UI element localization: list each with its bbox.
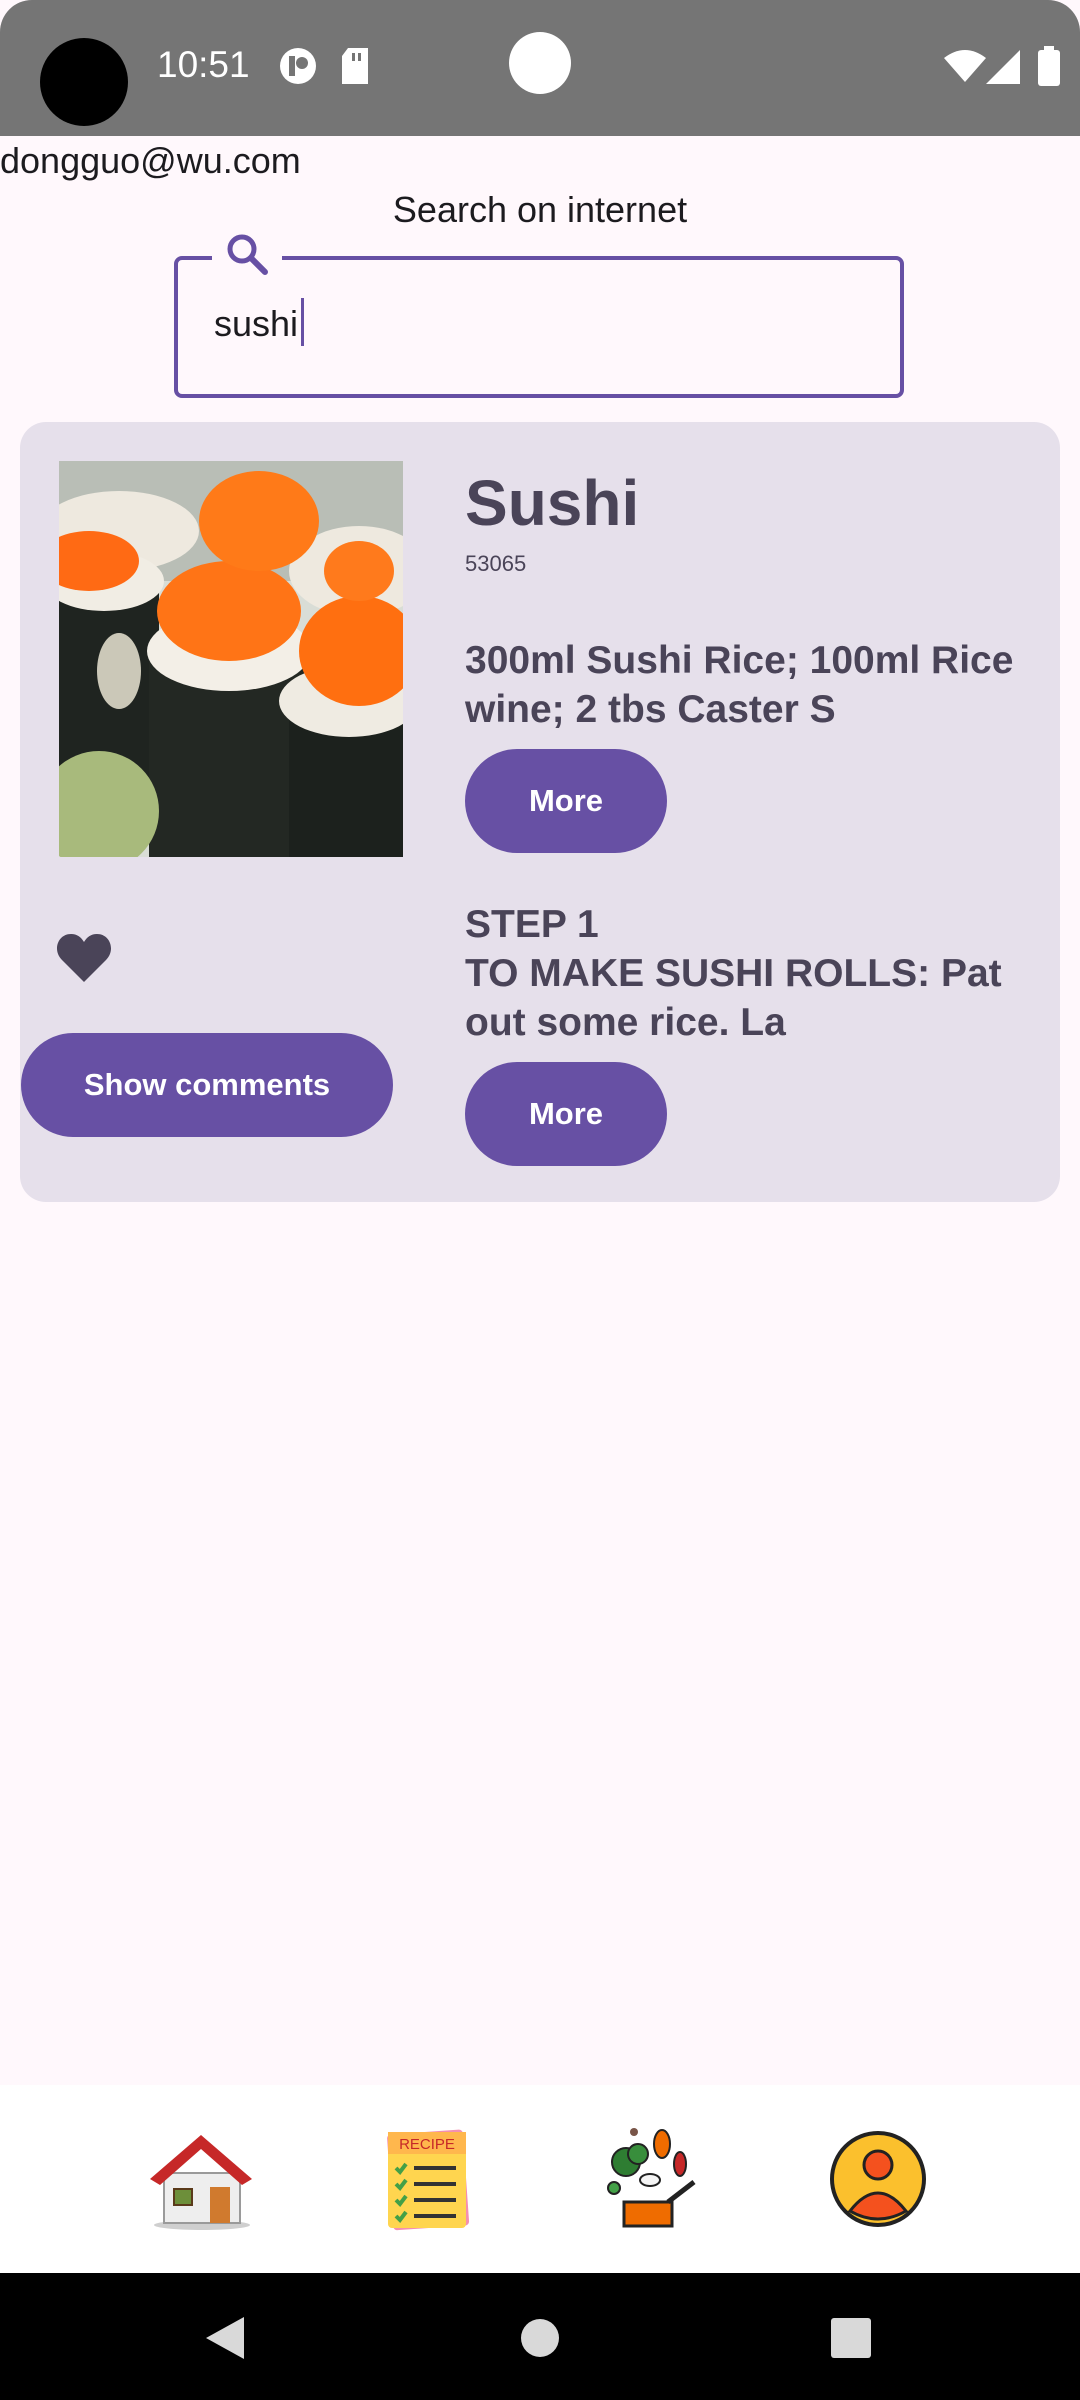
search-input[interactable] [214,296,854,352]
search-title: Search on internet [392,189,688,230]
heart-icon[interactable] [56,932,112,984]
status-center-dot [509,32,571,94]
account-email: dongguo@wu.com [0,140,301,181]
wifi-icon [944,50,986,82]
recents-icon[interactable] [830,2317,872,2359]
more-ingredients-button[interactable]: More [465,749,667,853]
recipe-list-icon: RECIPE [387,2129,470,2231]
battery-icon [1038,46,1060,86]
steps-preview: STEP 1 TO MAKE SUSHI ROLLS: Pat out some… [465,903,1002,1044]
recipe-image [59,461,403,857]
nav-ingredients[interactable] [598,2124,708,2234]
home-button-icon[interactable] [520,2318,560,2358]
profile-icon [830,2131,926,2227]
camera-cutout [40,38,128,126]
recipe-id: 53065 [465,551,527,576]
status-time: 10:51 [157,44,250,85]
media-notification-icon [280,48,316,84]
nav-recipes[interactable]: RECIPE [372,2124,482,2234]
home-icon [150,2135,252,2230]
sd-card-icon [342,48,368,84]
text-caret [301,298,304,346]
search-icon [212,224,282,284]
recipe-name: Sushi [465,467,640,539]
more-steps-button[interactable]: More [465,1062,667,1166]
ingredients-icon [607,2128,696,2228]
back-icon[interactable] [204,2315,248,2361]
nav-profile[interactable] [823,2124,933,2234]
recipe-icon-label: RECIPE [399,2136,455,2153]
cellular-signal-icon [986,50,1020,84]
show-comments-button[interactable]: Show comments [21,1033,393,1137]
nav-home[interactable] [146,2124,256,2234]
ingredients-preview: 300ml Sushi Rice; 100ml Rice wine; 2 tbs… [465,639,1014,731]
